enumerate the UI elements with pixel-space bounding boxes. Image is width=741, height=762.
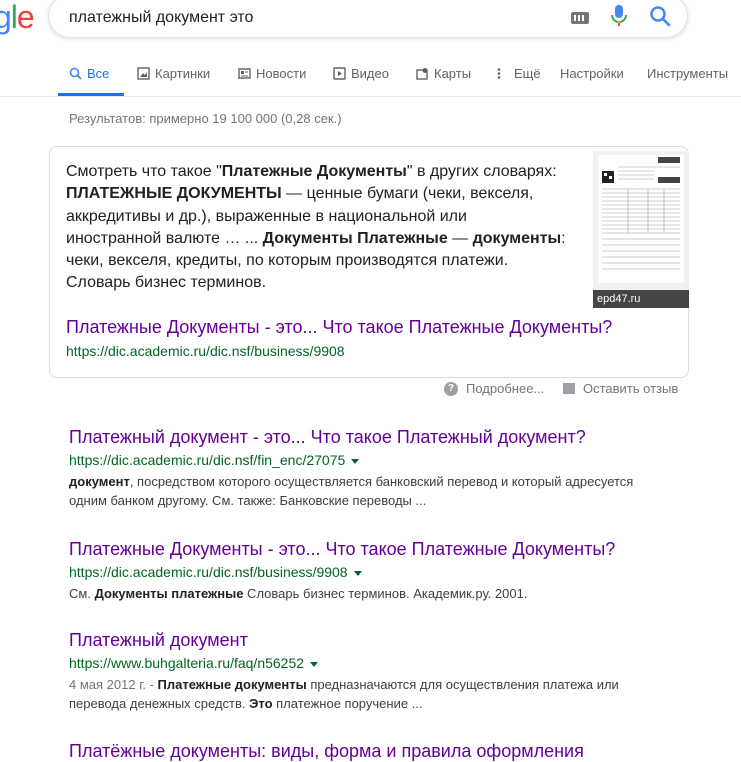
active-tab-indicator — [58, 93, 124, 96]
image-icon — [137, 67, 150, 80]
tab-news[interactable]: Новости — [238, 66, 306, 81]
featured-snippet: Смотреть что такое "Платежные Документы"… — [49, 146, 689, 378]
search-result: Платёжные документы: виды, форма и прави… — [69, 740, 649, 762]
video-icon — [333, 67, 346, 80]
tab-label: Инструменты — [647, 66, 729, 81]
snippet-link-title[interactable]: Платежные Документы - это... Что такое П… — [66, 317, 612, 338]
tab-label: Картинки — [155, 66, 211, 81]
more-icon — [497, 68, 501, 79]
tab-label: Карты — [434, 66, 472, 81]
tab-label: Новости — [256, 66, 307, 81]
tab-label: Все — [87, 66, 110, 81]
more-info-link[interactable]: ? Подробнее... — [444, 381, 544, 396]
tab-label: Видео — [351, 66, 389, 81]
result-stats: Результатов: примерно 19 100 000 (0,28 с… — [69, 111, 342, 126]
result-title[interactable]: Платежный документ — [69, 629, 649, 651]
snippet-text: Смотреть что такое "Платежные Документы"… — [66, 163, 566, 292]
microphone-icon[interactable] — [611, 5, 627, 32]
result-url[interactable]: https://www.buhgalteria.ru/faq/n56252 — [69, 653, 649, 673]
tab-images[interactable]: Картинки — [137, 66, 210, 81]
help-icon: ? — [444, 381, 458, 396]
tab-maps[interactable]: Карты — [416, 66, 471, 81]
search-icon — [69, 67, 82, 80]
image-source-caption: epd47.ru — [593, 290, 689, 308]
feedback-label: Оставить отзыв — [583, 381, 679, 396]
tab-settings[interactable]: Настройки — [560, 66, 624, 81]
result-snippet: документ, посредством которого осуществл… — [69, 474, 634, 508]
search-tabs: Все Картинки Новости Видео Карты Ещё Нас… — [0, 60, 741, 97]
google-logo[interactable]: gle — [0, 0, 35, 35]
snippet-link-url[interactable]: https://dic.academic.ru/dic.nsf/business… — [66, 343, 345, 359]
search-box[interactable]: платежный документ это — [48, 0, 688, 38]
result-url[interactable]: https://dic.academic.ru/dic.nsf/fin_enc/… — [69, 450, 649, 470]
result-snippet: См. Документы платежные Словарь бизнес т… — [69, 586, 528, 601]
search-input[interactable]: платежный документ это — [69, 9, 253, 27]
result-title[interactable]: Платёжные документы: виды, форма и прави… — [69, 740, 649, 762]
search-result: Платежный документ - это... Что такое Пл… — [69, 426, 649, 510]
tab-all[interactable]: Все — [69, 66, 109, 81]
result-snippet: 4 мая 2012 г. - Платежные документы пред… — [69, 677, 619, 711]
chevron-down-icon[interactable] — [353, 570, 362, 576]
result-title[interactable]: Платежные Документы - это... Что такое П… — [69, 538, 649, 560]
feedback-icon — [563, 383, 575, 394]
search-submit-icon[interactable] — [649, 5, 671, 32]
feedback-link[interactable]: Оставить отзыв — [563, 381, 678, 396]
search-result: Платежный документ https://www.buhgalter… — [69, 629, 649, 713]
chevron-down-icon[interactable] — [351, 458, 360, 464]
more-info-label: Подробнее... — [466, 381, 545, 396]
result-title[interactable]: Платежный документ - это... Что такое Пл… — [69, 426, 649, 448]
tab-label: Ещё — [514, 66, 541, 81]
keyboard-icon[interactable] — [571, 12, 589, 24]
result-url[interactable]: https://dic.academic.ru/dic.nsf/business… — [69, 562, 649, 582]
tab-more[interactable]: Ещё — [496, 66, 541, 81]
chevron-down-icon[interactable] — [310, 661, 319, 667]
snippet-image[interactable]: epd47.ru — [593, 151, 689, 308]
document-thumbnail — [598, 155, 684, 283]
tab-label: Настройки — [560, 66, 624, 81]
tab-video[interactable]: Видео — [333, 66, 389, 81]
search-result: Платежные Документы - это... Что такое П… — [69, 538, 649, 603]
tab-tools[interactable]: Инструменты — [647, 66, 728, 81]
map-icon — [416, 68, 428, 80]
logo-letter-e: e — [16, 0, 35, 35]
news-icon — [238, 68, 251, 79]
logo-letter-g: g — [0, 0, 12, 35]
